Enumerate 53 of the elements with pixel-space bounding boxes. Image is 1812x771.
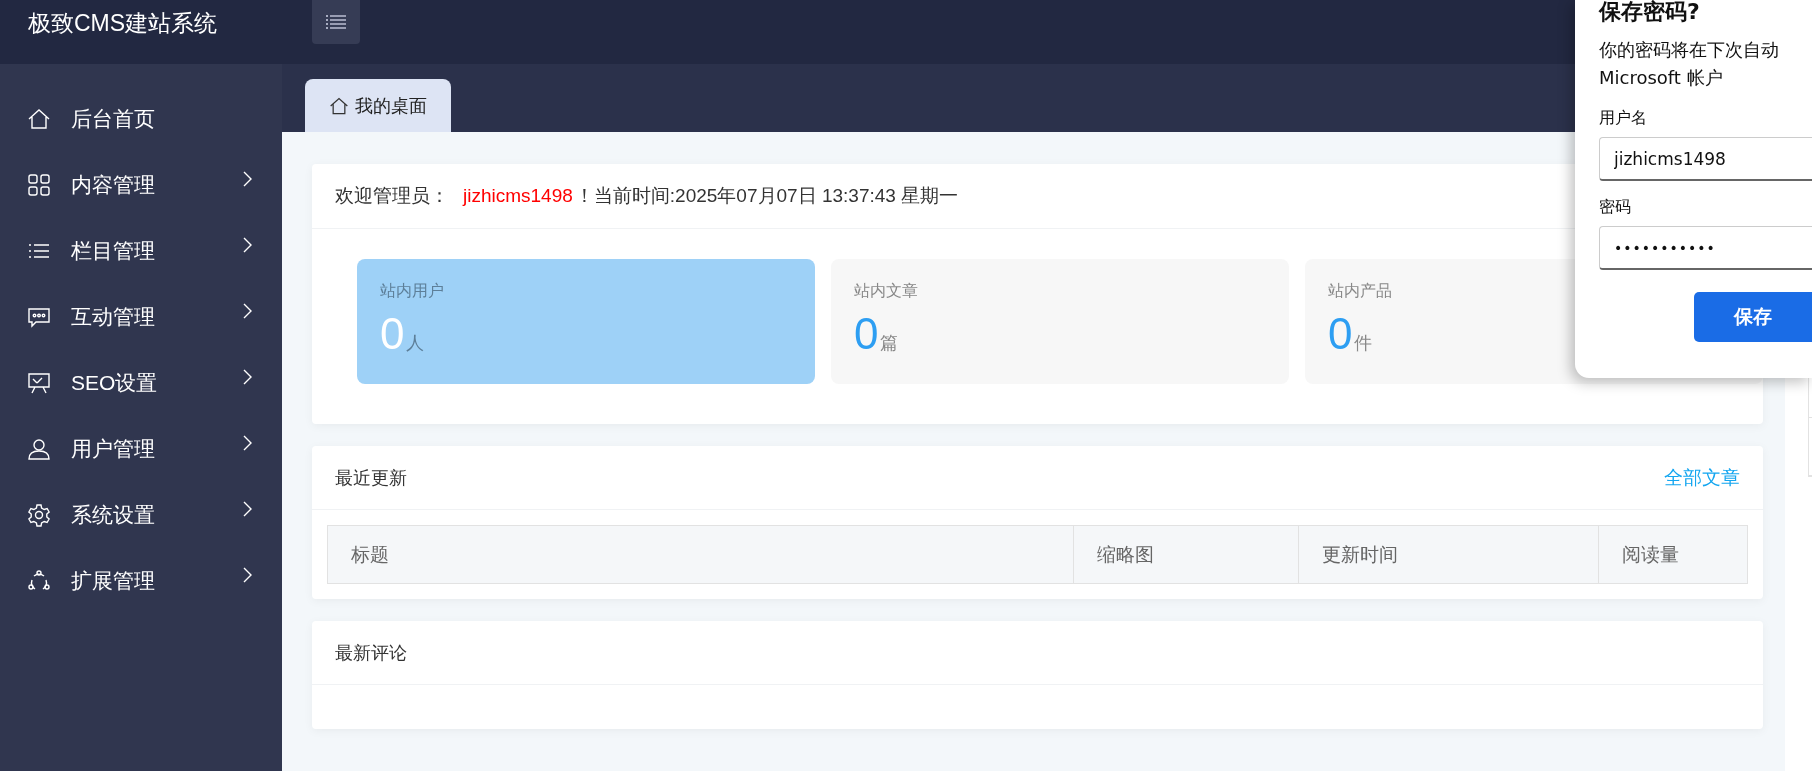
menu-button[interactable] [312, 0, 360, 44]
chat-bubble-icon [27, 305, 51, 329]
password-field[interactable]: ••••••••••• [1599, 226, 1812, 270]
sidebar-item[interactable]: 栏目管理 [0, 218, 282, 284]
chevron-right-icon [243, 171, 252, 187]
menu-icon [326, 15, 346, 29]
presentation-board-icon [27, 371, 51, 395]
username-field[interactable]: jizhicms1498 [1599, 137, 1812, 181]
house-icon [329, 95, 349, 116]
chevron-right-icon [243, 369, 252, 385]
stat-value: 0 [854, 312, 879, 356]
stat-value: 0 [1328, 312, 1353, 356]
chevron-right-icon [243, 435, 252, 451]
card-title: 最近更新 [335, 466, 407, 490]
dialog-message: Microsoft 帐户 [1599, 66, 1724, 90]
connected-nodes-icon [27, 569, 51, 593]
stat-label: 站内文章 [854, 281, 919, 301]
current-time-text: ！当前时间:2025年07月07日 13:37:43 星期一 [574, 184, 959, 208]
field-label: 用户名 [1599, 108, 1648, 129]
column-header: 更新时间 [1298, 526, 1598, 583]
chevron-right-icon [243, 567, 252, 583]
sidebar-item[interactable]: 用户管理 [0, 416, 282, 482]
sidebar-item[interactable]: 内容管理 [0, 152, 282, 218]
stat-unit: 篇 [880, 332, 899, 355]
admin-username: jizhicms1498 [463, 185, 573, 207]
sidebar-item[interactable]: 扩展管理 [0, 548, 282, 614]
column-header: 缩略图 [1073, 526, 1298, 583]
grid-icon [27, 173, 51, 197]
field-label: 密码 [1599, 197, 1632, 218]
tab[interactable]: 我的桌面 [305, 79, 451, 132]
stat-value: 0 [380, 312, 405, 356]
person-icon [27, 437, 51, 461]
welcome-text: 欢迎管理员： [335, 184, 449, 208]
stat-label: 站内用户 [380, 281, 445, 301]
column-header: 标题 [350, 542, 390, 567]
card-title: 最新评论 [335, 641, 407, 665]
sidebar-item[interactable]: 系统设置 [0, 482, 282, 548]
sidebar-item[interactable]: 互动管理 [0, 284, 282, 350]
save-button[interactable]: 保存 [1694, 292, 1812, 342]
stat-unit: 人 [406, 332, 425, 355]
sidebar-item[interactable]: SEO设置 [0, 350, 282, 416]
chevron-right-icon [243, 303, 252, 319]
settings-icon [27, 503, 51, 527]
dialog-title: 保存密码? [1599, 0, 1701, 24]
column-header: 阅读量 [1598, 526, 1747, 583]
stat-label: 站内产品 [1328, 281, 1393, 301]
chevron-right-icon [243, 237, 252, 253]
chevron-right-icon [243, 501, 252, 517]
app-logo: 极致CMS建站系统 [27, 9, 219, 38]
dialog-message: 你的密码将在下次自动 [1599, 38, 1780, 62]
stat-unit: 件 [1354, 332, 1373, 355]
sidebar-item[interactable]: 后台首页 [0, 86, 282, 152]
house-icon [27, 107, 51, 131]
